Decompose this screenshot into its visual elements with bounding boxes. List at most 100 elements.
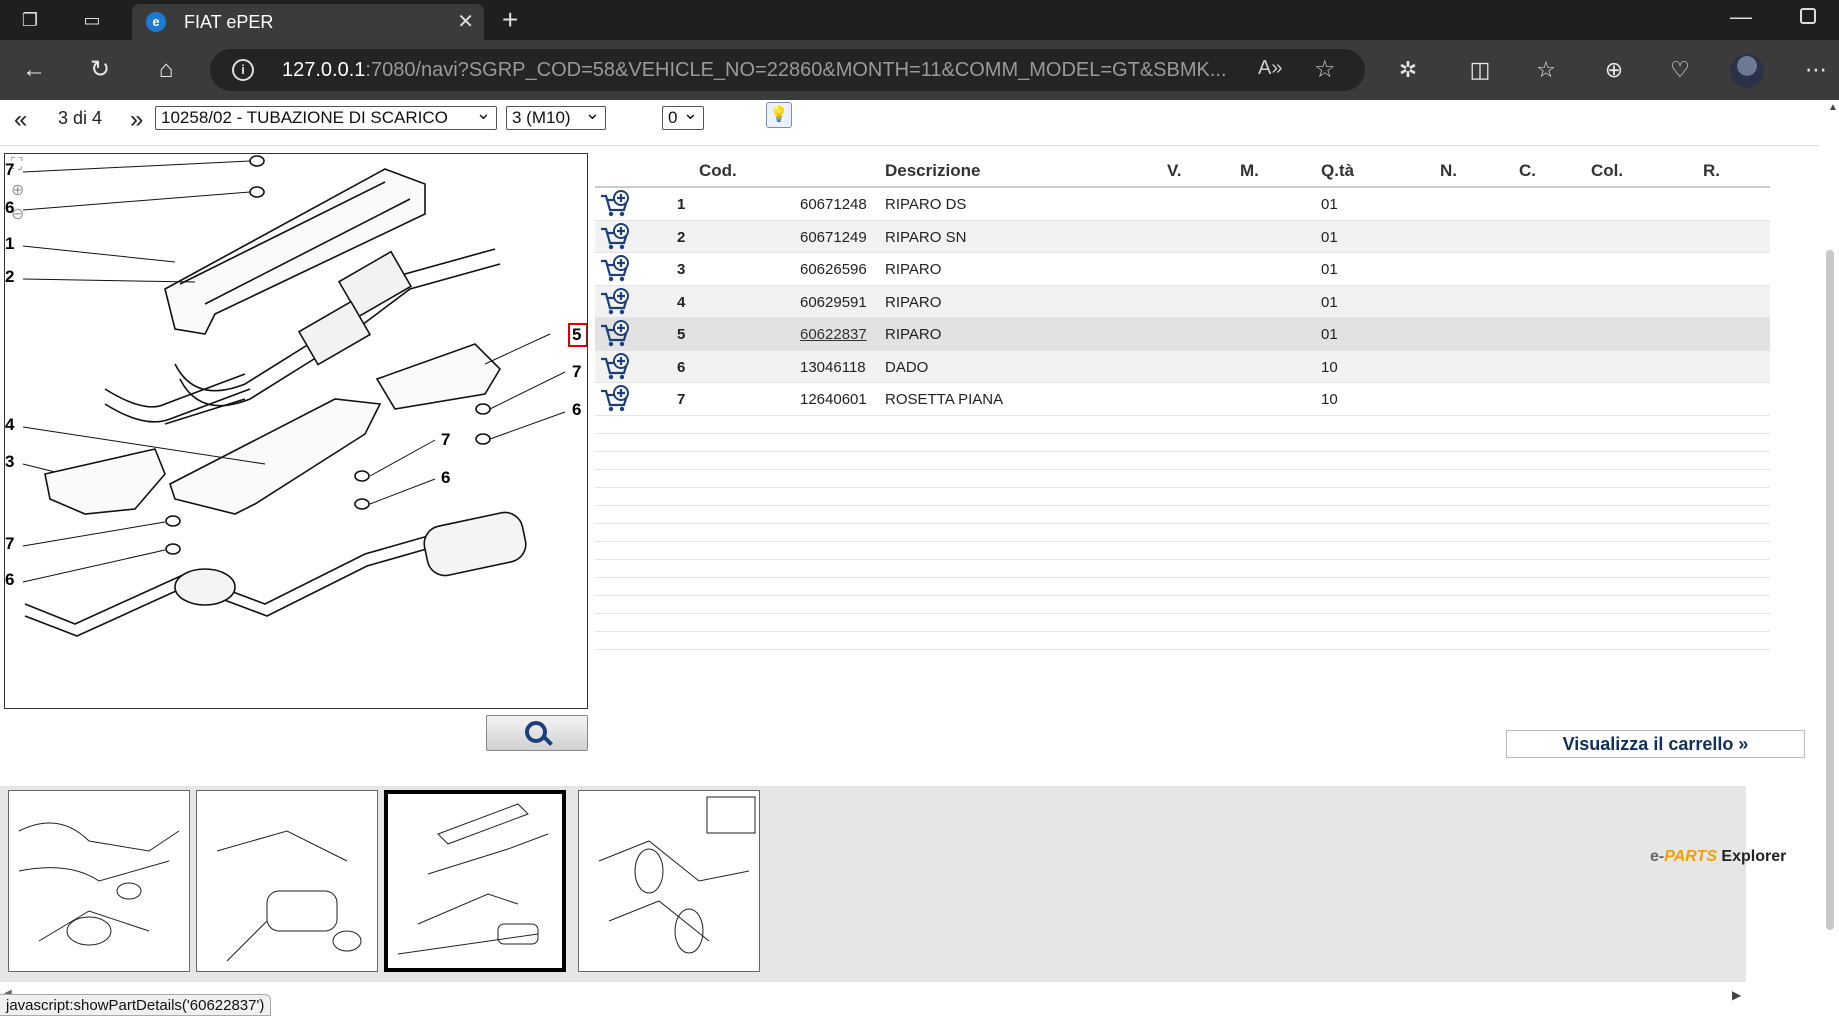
vertical-scrollbar[interactable] [1826, 250, 1834, 930]
header-v: V. [1167, 161, 1182, 180]
lightbulb-icon[interactable]: 💡 [766, 102, 792, 128]
part-quantity: 10 [1321, 358, 1338, 376]
collections-icon[interactable]: ⊕ [1598, 54, 1630, 86]
thumbnail-3-selected[interactable] [384, 790, 566, 972]
thumbnail-1[interactable] [8, 790, 190, 972]
empty-table-row [595, 560, 1770, 578]
part-description: RIPARO SN [885, 228, 967, 246]
table-row[interactable]: 2 60671249 RIPARO SN 01 [595, 220, 1770, 253]
group-counter: 3 di 4 [58, 108, 103, 128]
part-code[interactable]: 60622837 [800, 326, 867, 343]
part-position: 3 [677, 261, 686, 278]
callout-label[interactable]: 3 [5, 452, 14, 472]
part-quantity: 01 [1321, 228, 1338, 246]
more-menu-icon[interactable]: ⋯ [1800, 54, 1832, 86]
callout-label[interactable]: 4 [5, 415, 14, 435]
window-maximize-icon[interactable] [1800, 8, 1816, 24]
callout-label[interactable]: 2 [5, 267, 14, 287]
empty-table-row [595, 524, 1770, 542]
header-col: Col. [1591, 161, 1624, 180]
part-quantity: 01 [1321, 326, 1338, 343]
add-to-cart-icon[interactable] [599, 352, 631, 381]
favorite-star-icon[interactable]: ☆ [1314, 55, 1336, 84]
thumbnail-4[interactable] [578, 790, 760, 972]
part-code[interactable]: 12640601 [800, 391, 867, 408]
browser-tab-active[interactable]: e FIAT ePER ✕ [132, 4, 484, 40]
variant-select[interactable]: 3 (M10) [506, 103, 606, 130]
callout-label[interactable]: 6 [5, 198, 14, 218]
empty-table-row [595, 488, 1770, 506]
table-row[interactable]: 5 60622837 RIPARO 01 [595, 318, 1770, 351]
scroll-up-icon[interactable]: ▲ [1828, 102, 1838, 113]
back-icon[interactable]: ← [18, 54, 50, 86]
count-select[interactable]: 0 [662, 103, 704, 130]
add-to-cart-icon[interactable] [599, 287, 631, 316]
tab-close-icon[interactable]: ✕ [457, 9, 474, 34]
callout-label[interactable]: 7 [441, 430, 450, 450]
scroll-right-icon[interactable]: ▶ [1732, 988, 1741, 1002]
eparts-explorer-logo: e-PARTS Explorer [1650, 848, 1787, 865]
part-description: DADO [885, 358, 929, 376]
window-minimize-icon[interactable]: — [1730, 4, 1752, 30]
workspaces-icon[interactable]: ❐ [18, 8, 42, 32]
callout-label[interactable]: 7 [572, 362, 581, 382]
table-row[interactable]: 6 13046118 DADO 10 [595, 350, 1770, 383]
next-group-icon[interactable]: » [130, 106, 143, 134]
part-position: 1 [677, 196, 686, 213]
site-info-icon[interactable]: i [232, 59, 254, 81]
part-description: RIPARO [885, 261, 942, 278]
part-position: 5 [677, 326, 686, 343]
exploded-view-drawing[interactable]: ⛶ ⊕ ⊖ 7 6 1 2 4 3 7 6 5 7 6 7 6 [4, 153, 588, 709]
profile-avatar[interactable] [1730, 54, 1764, 88]
table-row[interactable]: 1 60671248 RIPARO DS 01 [595, 188, 1770, 221]
part-quantity: 01 [1321, 196, 1338, 213]
part-code[interactable]: 60671249 [800, 229, 867, 246]
performance-icon[interactable]: ♡ [1664, 54, 1696, 86]
home-icon[interactable]: ⌂ [150, 54, 182, 86]
add-to-cart-icon[interactable] [599, 190, 631, 218]
part-code[interactable]: 60626596 [800, 261, 867, 278]
new-tab-icon[interactable]: + [502, 4, 518, 36]
add-to-cart-icon[interactable] [599, 320, 631, 348]
callout-label[interactable]: 6 [572, 400, 581, 420]
zoom-in-icon[interactable]: ⊕ [11, 180, 24, 200]
empty-table-row [595, 452, 1770, 470]
table-row[interactable]: 4 60629591 RIPARO 01 [595, 285, 1770, 318]
split-screen-icon[interactable]: ◫ [1464, 54, 1496, 86]
empty-table-row [595, 542, 1770, 560]
part-quantity: 01 [1321, 293, 1338, 311]
part-code[interactable]: 60629591 [800, 294, 867, 311]
header-r: R. [1703, 161, 1720, 180]
callout-label[interactable]: 1 [5, 234, 14, 254]
group-select[interactable]: 10258/02 - TUBAZIONE DI SCARICO [155, 103, 497, 130]
callout-label[interactable]: 6 [5, 570, 14, 590]
header-descrizione: Descrizione [885, 161, 981, 180]
callout-label[interactable]: 5 [572, 325, 581, 345]
add-to-cart-icon[interactable] [599, 385, 631, 413]
tab-actions-icon[interactable]: ▭ [80, 8, 104, 32]
add-to-cart-icon[interactable] [599, 255, 631, 283]
refresh-icon[interactable]: ↻ [84, 54, 116, 86]
callout-label[interactable]: 7 [5, 534, 14, 554]
read-aloud-icon[interactable]: A» [1258, 57, 1282, 80]
part-position: 6 [677, 358, 686, 376]
browser-status-bar: javascript:showPartDetails('60622837') [0, 994, 272, 1016]
thumbnail-2[interactable] [196, 790, 378, 972]
address-bar[interactable]: i 127.0.0.1:7080/navi?SGRP_COD=58&VEHICL… [210, 49, 1365, 91]
callout-label[interactable]: 6 [441, 468, 450, 488]
callout-label[interactable]: 7 [5, 160, 14, 180]
table-row[interactable]: 3 60626596 RIPARO 01 [595, 253, 1770, 286]
previous-group-icon[interactable]: « [14, 106, 27, 134]
add-to-cart-icon[interactable] [599, 222, 631, 251]
parts-table: Cod. Descrizione V. M. Q.tà N. C. Col. R… [595, 158, 1770, 650]
view-cart-button[interactable]: Visualizza il carrello » [1506, 730, 1805, 758]
extensions-icon[interactable]: ✲ [1392, 54, 1424, 86]
thumbnail-strip [0, 786, 1746, 982]
favorites-icon[interactable]: ☆ [1530, 54, 1562, 86]
table-row[interactable]: 7 12640601 ROSETTA PIANA 10 [595, 383, 1770, 416]
magnify-button[interactable] [486, 715, 588, 751]
part-code[interactable]: 60671248 [800, 196, 867, 213]
part-code[interactable]: 13046118 [800, 359, 866, 376]
url-text[interactable]: 127.0.0.1:7080/navi?SGRP_COD=58&VEHICLE_… [282, 59, 1227, 82]
browser-tabbar: ❐ ▭ e FIAT ePER ✕ + — [0, 0, 1839, 40]
